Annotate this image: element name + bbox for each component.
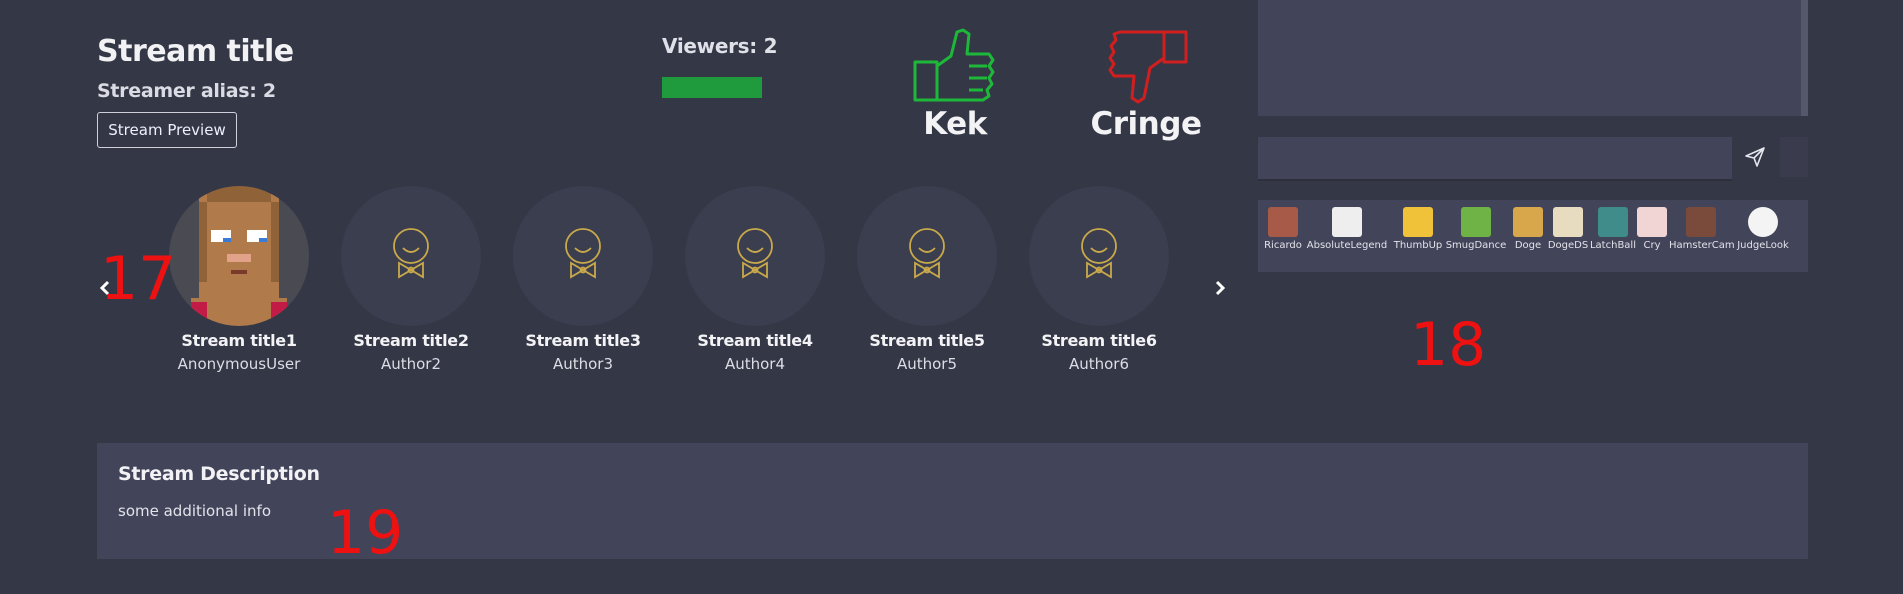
carousel-card[interactable]: Stream title6 Author6 [1024,186,1174,373]
description-title: Stream Description [118,463,320,485]
card-author: Author6 [1068,355,1130,373]
description-text: some additional info [118,502,271,520]
bowtie-person-icon [393,228,429,279]
emote-absolutelegend[interactable]: AbsoluteLegend [1304,204,1390,251]
emote-smugdance[interactable]: SmugDance [1444,204,1508,251]
chat-log[interactable] [1258,0,1808,116]
carousel-next-button[interactable] [1213,276,1227,300]
viewer-count: Viewers: 2 [662,34,778,58]
chevron-right-icon [1215,280,1226,296]
emote-ricardo[interactable]: Ricardo [1263,204,1303,251]
emote-label: Ricardo [1264,240,1302,251]
emote-image [1553,207,1583,237]
kek-button[interactable]: Kek [905,28,1005,142]
emote-image [1268,207,1298,237]
card-author: AnonymousUser [177,355,301,373]
pixel-avatar-icon [191,186,287,326]
card-title: Stream title6 [1041,331,1157,350]
bowtie-person-icon [1081,228,1117,279]
bowtie-person-icon [565,228,601,279]
thumbs-up-icon [913,28,995,102]
emote-label: AbsoluteLegend [1306,240,1388,251]
emote-image [1748,207,1778,237]
emote-image [1332,207,1362,237]
emote-judgelook[interactable]: JudgeLook [1733,204,1793,251]
emote-thumbup[interactable]: ThumbUp [1392,204,1444,251]
emote-label: SmugDance [1445,240,1507,251]
chat-input[interactable] [1258,137,1732,181]
card-title: Stream title5 [869,331,985,350]
emote-panel: Ricardo AbsoluteLegend ThumbUp SmugDance… [1258,200,1808,272]
emote-label: Cry [1643,240,1661,251]
stream-avatar [169,186,309,326]
send-button[interactable] [1735,137,1775,177]
alias-value: 2 [262,80,276,102]
emote-image [1461,207,1491,237]
thumbs-down-icon [1108,30,1188,104]
kek-label: Kek [923,106,987,142]
emote-image [1403,207,1433,237]
card-author: Author3 [552,355,614,373]
card-title: Stream title3 [525,331,641,350]
marker-19: 19 [327,498,404,568]
emote-image [1686,207,1716,237]
chat-scrollbar[interactable] [1801,0,1808,116]
streamer-alias: Streamer alias: 2 [97,80,276,102]
card-title: Stream title4 [697,331,813,350]
marker-18: 18 [1410,310,1487,380]
card-author: Author2 [380,355,442,373]
emote-image [1598,207,1628,237]
carousel-card[interactable]: Stream title4 Author4 [680,186,830,373]
bowtie-person-icon [737,228,773,279]
card-author: Author5 [896,355,958,373]
emote-label: Doge [1514,240,1542,251]
viewer-bar [662,77,762,98]
cringe-button[interactable]: Cringe [1090,28,1202,142]
stream-avatar [1029,186,1169,326]
bowtie-person-icon [909,228,945,279]
stream-avatar [341,186,481,326]
cringe-label: Cringe [1090,106,1202,142]
carousel-card[interactable]: Stream title5 Author5 [852,186,1002,373]
emote-label: HamsterCam [1669,240,1735,251]
carousel-card[interactable]: Stream title3 Author3 [508,186,658,373]
stream-avatar [685,186,825,326]
stream-avatar [513,186,653,326]
stream-avatar [857,186,997,326]
emote-doge[interactable]: Doge [1508,204,1548,251]
chat-side-panel [1780,137,1808,177]
emote-label: ThumbUp [1393,240,1443,251]
stream-preview-button[interactable]: Stream Preview [97,112,237,148]
alias-label: Streamer alias: [97,80,257,102]
send-icon [1745,147,1765,167]
emote-cry[interactable]: Cry [1632,204,1672,251]
card-title: Stream title2 [353,331,469,350]
card-title: Stream title1 [181,331,297,350]
emote-image [1513,207,1543,237]
emote-label: JudgeLook [1737,240,1789,251]
carousel-card[interactable]: Stream title2 Author2 [336,186,486,373]
card-author: Author4 [724,355,786,373]
emote-image [1637,207,1667,237]
stream-title: Stream title [97,34,294,69]
emote-hamstercam[interactable]: HamsterCam [1669,204,1735,251]
marker-17: 17 [100,244,177,314]
carousel-card[interactable]: Stream title1 AnonymousUser [164,186,314,373]
